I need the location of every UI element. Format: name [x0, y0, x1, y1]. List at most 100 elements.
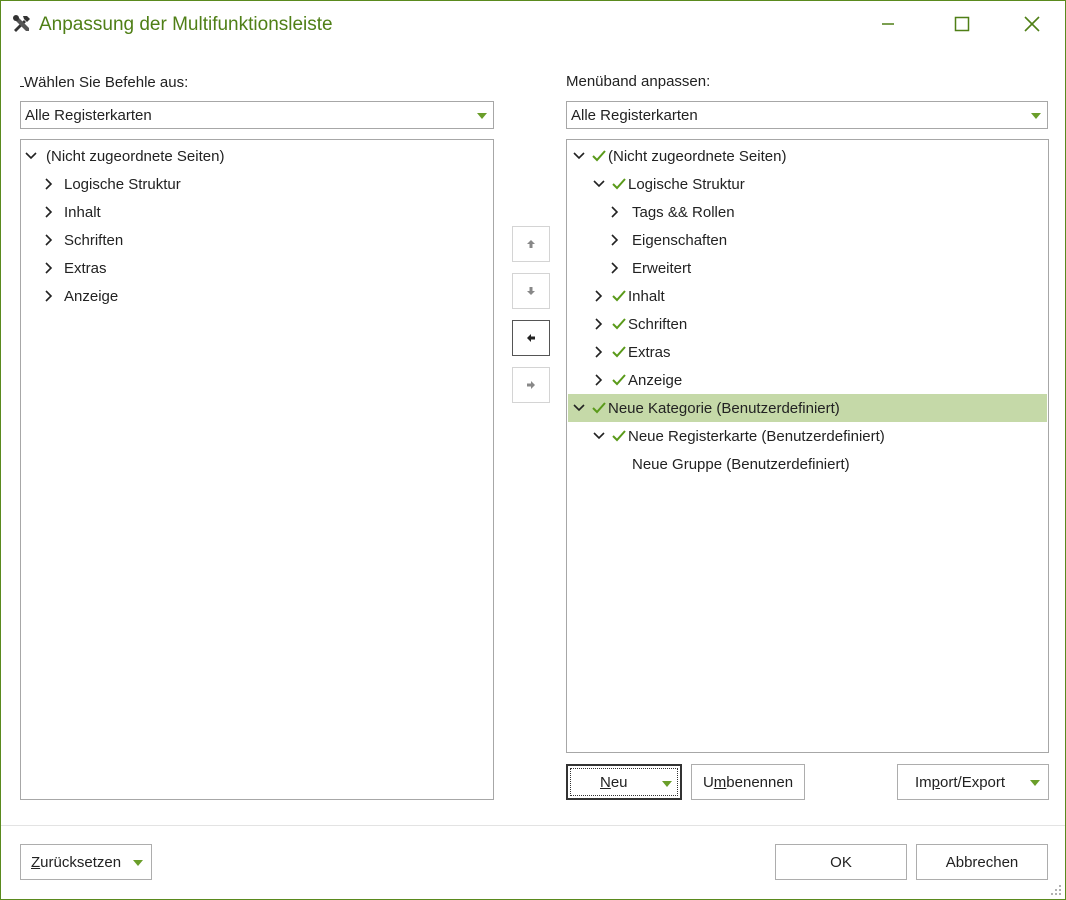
reset-button[interactable]: Zurücksetzen	[20, 844, 152, 880]
arrow-up-icon	[527, 240, 535, 248]
tree-node[interactable]: Tags && Rollen	[609, 198, 735, 226]
chevron-right-icon[interactable]	[593, 290, 605, 302]
dropdown-arrow-icon[interactable]	[662, 781, 672, 787]
tree-node[interactable]: (Nicht zugeordnete Seiten)	[25, 142, 224, 170]
tree-node-label: Schriften	[628, 315, 688, 333]
tree-node-label: Extras	[64, 259, 107, 277]
tree-node[interactable]: Erweitert	[609, 254, 691, 282]
choose-commands-label: Wählen Sie Befehle aus:	[20, 73, 188, 91]
chevron-right-icon[interactable]	[43, 290, 55, 302]
chevron-right-icon[interactable]	[609, 206, 621, 218]
tree-node-label: Neue Kategorie (Benutzerdefiniert)	[608, 399, 840, 417]
tree-node[interactable]: Anzeige	[43, 282, 118, 310]
import-export-mnemonic: p	[931, 773, 941, 791]
title-bar[interactable]: Anpassung der Multifunktionsleiste	[1, 1, 1065, 49]
tree-node-label: Anzeige	[628, 371, 683, 389]
tree-node-label: Erweitert	[632, 259, 692, 277]
tree-node[interactable]: Schriften	[43, 226, 123, 254]
cancel-button-label: Abbrechen	[945, 853, 1019, 871]
check-icon[interactable]	[612, 290, 626, 302]
commands-source-dropdown[interactable]: Alle Registerkarten	[20, 101, 494, 129]
reset-button-mnemonic: Z	[31, 853, 41, 871]
import-export-button[interactable]: Im p ort/Export	[897, 764, 1049, 800]
customize-ribbon-dialog: Anpassung der Multifunktionsleiste Wähle…	[0, 0, 1066, 900]
rename-button[interactable]: Um benennen	[691, 764, 805, 800]
close-button[interactable]	[1012, 9, 1052, 39]
import-export-prefix: Im	[915, 773, 932, 791]
chevron-right-icon[interactable]	[593, 374, 605, 386]
choose-commands-label-mnemonic: W	[24, 74, 39, 91]
tree-node[interactable]: Logische Struktur	[593, 170, 745, 198]
ok-button[interactable]: OK	[775, 844, 907, 880]
tree-node-label: Tags && Rollen	[632, 203, 735, 221]
chevron-right-icon[interactable]	[43, 262, 55, 274]
tree-node-label: Inhalt	[64, 203, 101, 221]
minimize-icon	[882, 23, 894, 25]
check-icon[interactable]	[612, 178, 626, 190]
chevron-down-icon[interactable]	[573, 150, 585, 162]
ok-button-label: OK	[830, 853, 852, 871]
tree-node[interactable]: Inhalt	[43, 198, 101, 226]
maximize-button[interactable]	[942, 9, 982, 39]
tree-node[interactable]: Anzeige	[593, 366, 682, 394]
tree-node[interactable]: Inhalt	[593, 282, 665, 310]
check-icon[interactable]	[592, 402, 606, 414]
chevron-right-icon[interactable]	[609, 262, 621, 274]
tree-node-label: (Nicht zugeordnete Seiten)	[46, 147, 225, 165]
cancel-button[interactable]: Abbrechen	[916, 844, 1048, 880]
chevron-down-icon[interactable]	[593, 178, 605, 190]
choose-commands-label-text: ählen Sie Befehle aus:	[38, 74, 189, 91]
tree-node[interactable]: Extras	[43, 254, 107, 282]
chevron-down-icon[interactable]	[25, 150, 37, 162]
move-right-button[interactable]	[512, 367, 550, 403]
customize-ribbon-label: Menüband anpassen:	[566, 73, 711, 90]
tree-node[interactable]: Eigenschaften	[609, 226, 727, 254]
chevron-right-icon[interactable]	[43, 206, 55, 218]
tree-node-label: Neue Registerkarte (Benutzerdefiniert)	[628, 427, 885, 445]
tree-node-selected[interactable]: Neue Kategorie (Benutzerdefiniert)	[568, 394, 1047, 422]
ribbon-tree[interactable]: (Nicht zugeordnete Seiten) Logische Stru…	[566, 139, 1049, 753]
window-title: Anpassung der Multifunktionsleiste	[39, 14, 333, 35]
tree-node[interactable]: Schriften	[593, 310, 687, 338]
check-icon[interactable]	[612, 346, 626, 358]
footer-divider	[1, 825, 1065, 826]
maximize-icon	[954, 16, 970, 32]
check-icon[interactable]	[612, 374, 626, 386]
move-left-button[interactable]	[512, 320, 550, 356]
new-button[interactable]: Neu	[566, 764, 682, 800]
chevron-right-icon[interactable]	[593, 346, 605, 358]
check-icon[interactable]	[612, 318, 626, 330]
minimize-button[interactable]	[868, 9, 908, 39]
chevron-down-icon[interactable]	[573, 402, 585, 414]
commands-tree[interactable]: (Nicht zugeordnete Seiten) Logische Stru…	[20, 139, 494, 800]
chevron-right-icon[interactable]	[43, 178, 55, 190]
tree-node[interactable]: Neue Gruppe (Benutzerdefiniert)	[632, 450, 850, 478]
tree-node[interactable]: Extras	[593, 338, 671, 366]
new-button-mnemonic: N	[600, 773, 611, 791]
check-icon[interactable]	[612, 430, 626, 442]
ribbon-tabs-value: Alle Registerkarten	[571, 107, 698, 124]
resize-grip-icon[interactable]	[1050, 884, 1062, 896]
chevron-right-icon[interactable]	[609, 234, 621, 246]
dropdown-arrow-icon[interactable]	[133, 860, 143, 866]
move-down-button[interactable]	[512, 273, 550, 309]
rename-button-prefix: U	[702, 773, 714, 791]
check-icon[interactable]	[592, 150, 606, 162]
chevron-right-icon[interactable]	[593, 318, 605, 330]
tree-node[interactable]: Logische Struktur	[43, 170, 181, 198]
tree-node-label: Neue Gruppe (Benutzerdefiniert)	[632, 455, 850, 473]
tree-node-label: Schriften	[64, 231, 124, 249]
move-up-button[interactable]	[512, 226, 550, 262]
close-icon	[1024, 16, 1040, 32]
reset-button-label: urücksetzen	[40, 853, 122, 871]
arrow-left-icon	[527, 334, 535, 342]
tree-node[interactable]: (Nicht zugeordnete Seiten)	[573, 142, 786, 170]
chevron-right-icon[interactable]	[43, 234, 55, 246]
import-export-label: ort/Export	[940, 773, 1006, 791]
ribbon-tabs-dropdown[interactable]: Alle Registerkarten	[566, 101, 1048, 129]
tree-node-label: Eigenschaften	[632, 231, 728, 249]
arrow-right-icon	[527, 381, 535, 389]
dropdown-arrow-icon[interactable]	[1030, 780, 1040, 786]
tree-node[interactable]: Neue Registerkarte (Benutzerdefiniert)	[593, 422, 885, 450]
chevron-down-icon[interactable]	[593, 430, 605, 442]
